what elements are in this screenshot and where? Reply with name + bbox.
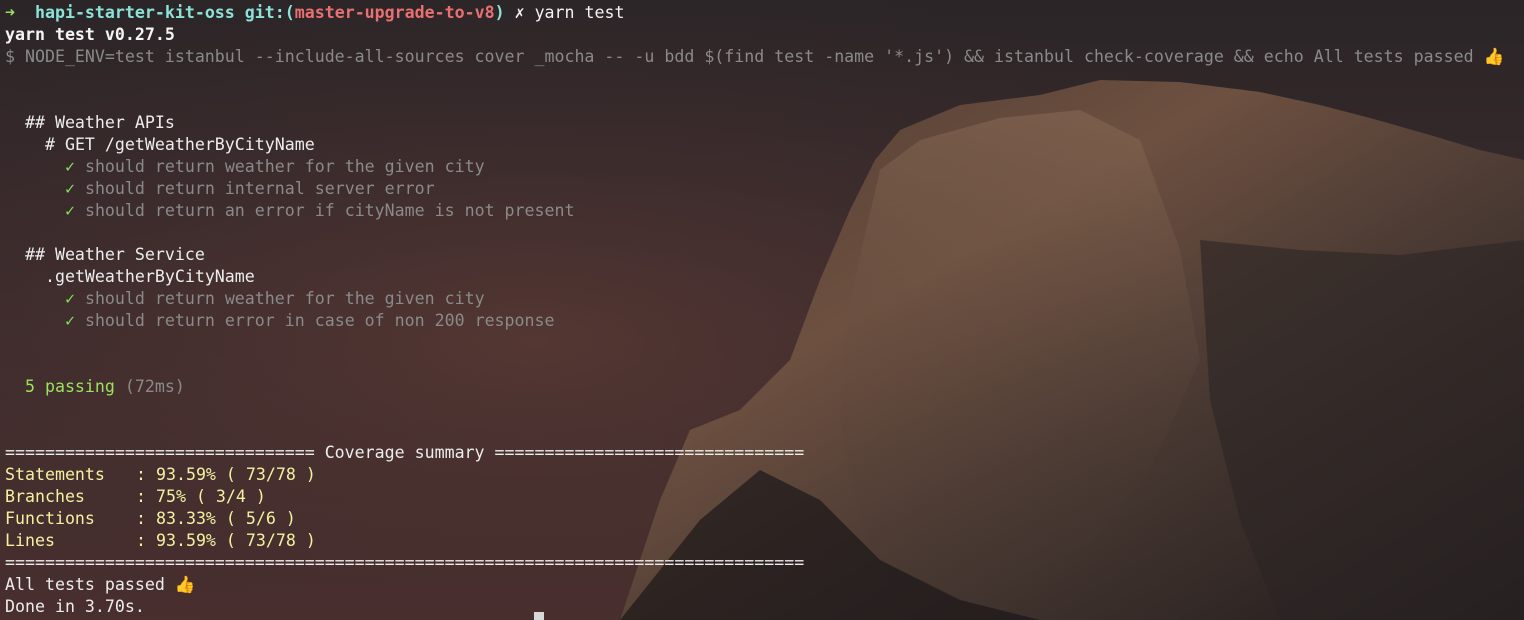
dirty-mark-icon: ✗ (514, 3, 525, 22)
test-title: should return an error if cityName is no… (84, 201, 575, 220)
suite-subtitle: # GET /getWeatherByCityName (5, 134, 1524, 156)
prompt-arrow-icon: ➜ (5, 3, 15, 22)
test-title: should return error in case of non 200 r… (84, 311, 555, 330)
coverage-separator: : (136, 487, 156, 506)
coverage-separator: : (136, 531, 156, 550)
coverage-footer: ========================================… (5, 553, 805, 572)
check-icon: ✓ (64, 157, 75, 176)
terminal-output: ➜ hapi-starter-kit-oss git:(master-upgra… (5, 2, 1524, 618)
yarn-version: yarn test v0.27.5 (5, 25, 175, 44)
prompt-line: ➜ hapi-starter-kit-oss git:(master-upgra… (5, 2, 1524, 24)
coverage-value: 83.33% ( 5/6 ) (155, 509, 296, 528)
coverage-separator: : (136, 509, 156, 528)
coverage-row: Branches: 75% ( 3/4 ) (5, 486, 1524, 508)
echo-output: All tests passed 👍 (5, 575, 196, 594)
test-row: ✓ should return error in case of non 200… (5, 310, 1524, 332)
test-title: should return weather for the given city (84, 157, 485, 176)
run-command: $ NODE_ENV=test istanbul --include-all-s… (5, 47, 1505, 66)
terminal-cursor (534, 612, 544, 620)
suite-subtitle-text: .getWeatherByCityName (44, 267, 255, 286)
suite-subtitle: .getWeatherByCityName (5, 266, 1524, 288)
coverage-label: Functions (5, 509, 95, 528)
git-prefix: git:( (244, 3, 295, 22)
coverage-value: 93.59% ( 73/78 ) (155, 465, 316, 484)
suite-subtitle-text: # GET /getWeatherByCityName (44, 135, 315, 154)
coverage-row: Lines: 93.59% ( 73/78 ) (5, 530, 1524, 552)
check-icon: ✓ (64, 179, 75, 198)
prompt-directory: hapi-starter-kit-oss (34, 3, 235, 22)
coverage-value: 75% ( 3/4 ) (155, 487, 266, 506)
test-title: should return weather for the given city (84, 289, 485, 308)
check-icon: ✓ (64, 311, 75, 330)
test-row: ✓ should return internal server error (5, 178, 1524, 200)
check-icon: ✓ (64, 289, 75, 308)
coverage-label: Lines (5, 531, 55, 550)
suite-title: ## Weather APIs (5, 112, 1524, 134)
test-row: ✓ should return weather for the given ci… (5, 288, 1524, 310)
coverage-row: Statements: 93.59% ( 73/78 ) (5, 464, 1524, 486)
suite-title-text: ## Weather APIs (24, 113, 175, 132)
coverage-label: Branches (5, 487, 85, 506)
test-row: ✓ should return weather for the given ci… (5, 156, 1524, 178)
test-title: should return internal server error (84, 179, 435, 198)
suite-title: ## Weather Service (5, 244, 1524, 266)
done-message: Done in 3.70s. (5, 597, 145, 616)
coverage-header: =============================== Coverage… (5, 443, 805, 462)
coverage-value: 93.59% ( 73/78 ) (155, 531, 316, 550)
passing-count: 5 passing (24, 377, 115, 396)
git-branch: master-upgrade-to-v8 (294, 3, 495, 22)
git-suffix: ) (494, 3, 505, 22)
result-summary: 5 passing (72ms) (5, 376, 1524, 398)
check-icon: ✓ (64, 201, 75, 220)
suite-title-text: ## Weather Service (24, 245, 205, 264)
coverage-row: Functions: 83.33% ( 5/6 ) (5, 508, 1524, 530)
test-row: ✓ should return an error if cityName is … (5, 200, 1524, 222)
coverage-label: Statements (5, 465, 105, 484)
test-duration: (72ms) (124, 377, 185, 396)
prompt-command: yarn test (534, 3, 625, 22)
coverage-separator: : (136, 465, 156, 484)
